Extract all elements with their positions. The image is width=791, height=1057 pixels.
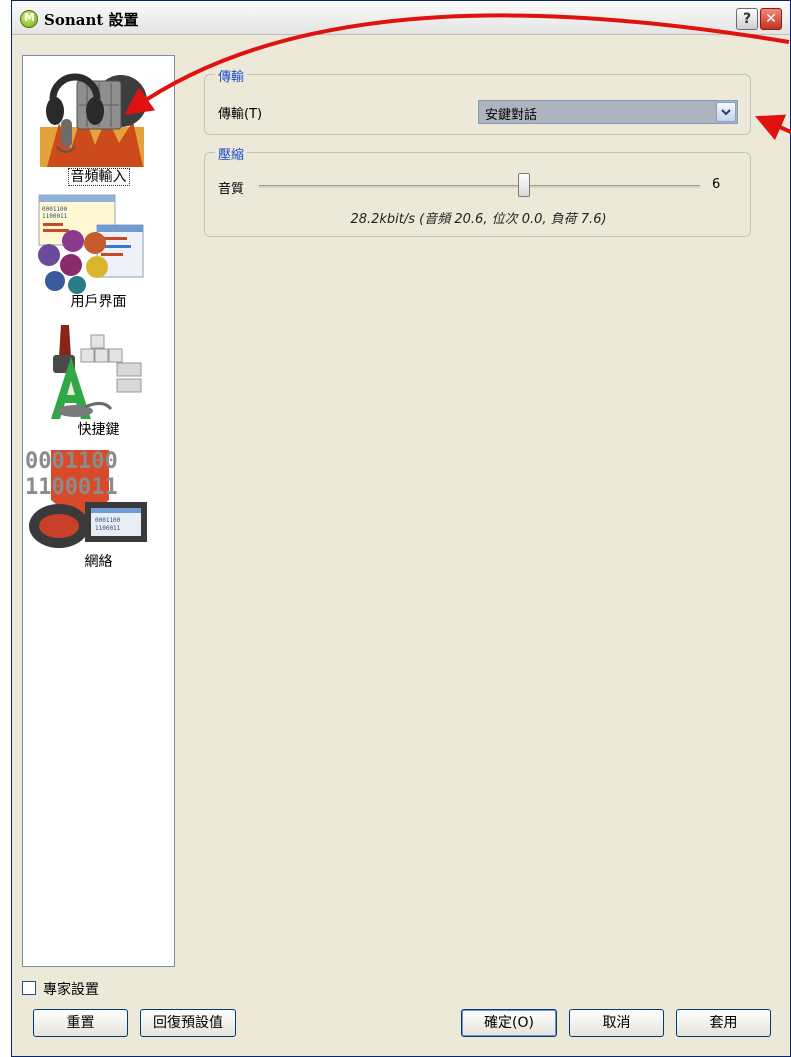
quality-label: 音質 bbox=[218, 182, 245, 197]
title-bar[interactable]: Sonant 設置 ? ✕ bbox=[12, 1, 790, 35]
quality-slider-track[interactable] bbox=[259, 185, 700, 188]
bitrate-readout: 28.2kbit/s (音頻 20.6, 位次 0.0, 負荷 7.6) bbox=[350, 212, 607, 227]
svg-text:0001100: 0001100 bbox=[42, 206, 68, 213]
sidebar-item-label: 用戶界面 bbox=[70, 294, 127, 310]
window-title: Sonant 設置 bbox=[44, 11, 139, 29]
network-binary-icon: 0001100 1100011 0001100 1100011 bbox=[25, 449, 147, 548]
svg-text:0001100: 0001100 bbox=[25, 449, 118, 474]
transmission-label: 傳輸(T) bbox=[218, 107, 263, 122]
ok-button[interactable]: 確定(O) bbox=[461, 1009, 557, 1037]
transmission-mode-value: 安鍵對話 bbox=[485, 108, 538, 123]
sidebar-item-user-interface[interactable]: 0001100 1100011 用戶界面 bbox=[23, 190, 174, 314]
apply-button[interactable]: 套用 bbox=[676, 1009, 771, 1037]
sidebar-item-label: 網絡 bbox=[84, 554, 113, 570]
settings-category-list: 音頻輸入 0001100 1100011 用戶界面 快捷鍵 0001100 11… bbox=[22, 55, 175, 967]
reset-button[interactable]: 重置 bbox=[33, 1009, 128, 1037]
sidebar-item-audio-input[interactable]: 音頻輸入 bbox=[23, 56, 174, 190]
app-logo-icon bbox=[20, 10, 38, 28]
transmission-group: 傳輸 傳輸(T) 安鍵對話 bbox=[204, 66, 751, 135]
expert-settings-checkbox[interactable] bbox=[22, 981, 36, 995]
sidebar-item-label: 快捷鍵 bbox=[77, 422, 120, 438]
headset-microphone-icon bbox=[40, 73, 147, 167]
svg-text:1100011: 1100011 bbox=[42, 213, 68, 220]
transmission-group-title: 傳輸 bbox=[215, 66, 248, 85]
svg-text:1100011: 1100011 bbox=[95, 525, 121, 532]
restore-defaults-button[interactable]: 回復預設值 bbox=[140, 1009, 236, 1037]
cancel-button[interactable]: 取消 bbox=[569, 1009, 664, 1037]
svg-text:1100011: 1100011 bbox=[25, 475, 118, 500]
keyboard-shortcut-icon bbox=[51, 325, 142, 419]
quality-slider-thumb[interactable] bbox=[517, 173, 530, 197]
chevron-down-icon bbox=[721, 109, 731, 116]
compression-group: 壓縮 音質 6 28.2kbit/s (音頻 20.6, 位次 0.0, 負荷 … bbox=[204, 144, 751, 237]
sidebar-item-shortcuts[interactable]: 快捷鍵 bbox=[23, 314, 174, 442]
svg-text:0001100: 0001100 bbox=[95, 517, 121, 524]
help-button[interactable]: ? bbox=[736, 8, 758, 30]
compression-group-title: 壓縮 bbox=[215, 144, 248, 163]
quality-value: 6 bbox=[712, 177, 721, 192]
transmission-mode-select[interactable]: 安鍵對話 bbox=[478, 100, 738, 124]
sidebar-item-network[interactable]: 0001100 1100011 0001100 1100011 網絡 bbox=[23, 442, 174, 570]
user-interface-icon: 0001100 1100011 bbox=[38, 194, 144, 294]
expert-settings-label: 專家設置 bbox=[43, 982, 99, 998]
dropdown-arrow-button[interactable] bbox=[716, 102, 736, 122]
sidebar-item-label: 音頻輸入 bbox=[23, 166, 174, 186]
close-button[interactable]: ✕ bbox=[760, 8, 782, 30]
